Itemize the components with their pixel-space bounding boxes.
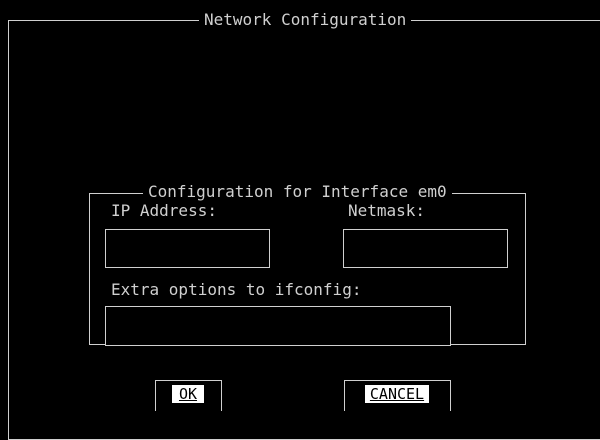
- interface-group-title: Configuration for Interface em0: [143, 183, 452, 201]
- dialog-title: Network Configuration: [199, 11, 412, 29]
- ip-address-field[interactable]: [105, 229, 270, 268]
- ip-address-label: IP Address:: [111, 201, 217, 220]
- extra-options-label: Extra options to ifconfig:: [111, 280, 362, 299]
- extra-options-field[interactable]: [105, 306, 451, 346]
- netmask-label: Netmask:: [348, 201, 426, 220]
- ok-button[interactable]: OK: [155, 380, 222, 411]
- ok-button-label: OK: [172, 385, 204, 403]
- cancel-button-label: CANCEL: [365, 385, 429, 403]
- cancel-button[interactable]: CANCEL: [344, 380, 451, 411]
- netmask-field[interactable]: [343, 229, 508, 268]
